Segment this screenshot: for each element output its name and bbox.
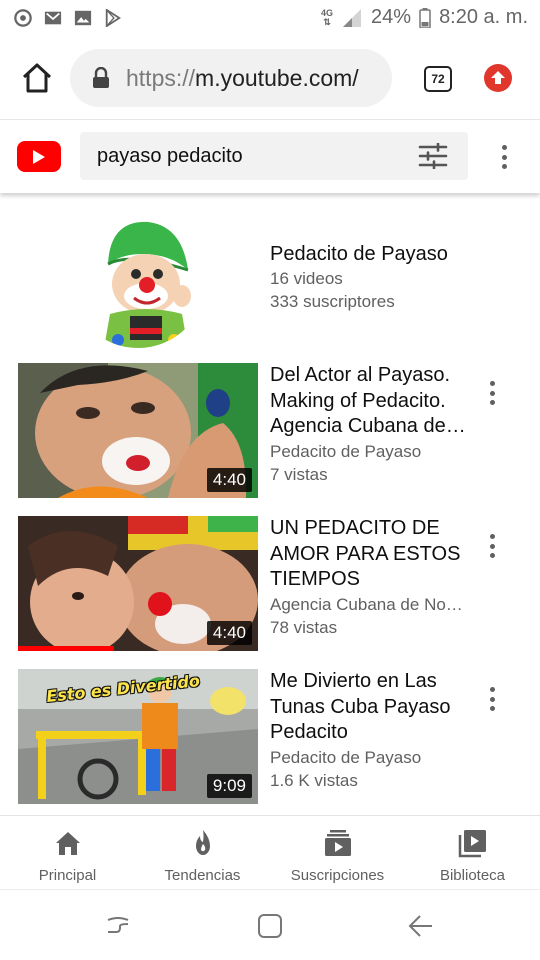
tab-switcher-button[interactable]: 72 — [424, 66, 452, 92]
more-options-icon[interactable] — [496, 143, 512, 171]
youtube-logo[interactable] — [17, 141, 61, 172]
play-store-icon — [105, 9, 121, 27]
network-type: 4G ⇅ — [321, 8, 333, 27]
system-navigation-bar — [0, 889, 540, 960]
video-info: Del Actor al Payaso. Making of Pedacito.… — [270, 363, 466, 486]
video-title[interactable]: Me Divierto en Las Tunas Cuba Payaso Ped… — [270, 669, 466, 746]
data-arrows-icon: ⇅ — [323, 16, 331, 27]
video-info: UN PEDACITO DE AMOR PARA ESTOS TIEMPOS A… — [270, 516, 466, 639]
video-menu-icon[interactable] — [484, 379, 500, 407]
video-menu-icon[interactable] — [484, 532, 500, 560]
watch-progress-bar — [18, 646, 114, 651]
video-channel: Pedacito de Payaso — [270, 441, 422, 461]
channel-name[interactable]: Pedacito de Payaso — [270, 242, 448, 267]
chrome-icon — [14, 9, 32, 27]
nav-item-tendencias[interactable]: Tendencias — [135, 816, 270, 889]
channel-avatar[interactable] — [70, 212, 206, 348]
video-title[interactable]: UN PEDACITO DE AMOR PARA ESTOS TIEMPOS — [270, 516, 466, 593]
video-thumbnail[interactable]: Esto es Divertido 9:09 — [18, 669, 258, 804]
lock-icon — [93, 67, 109, 88]
youtube-header: payaso pedacito — [0, 121, 540, 193]
video-result[interactable]: 4:40 UN PEDACITO DE AMOR PARA ESTOS TIEM… — [0, 516, 540, 652]
flame-icon — [195, 830, 210, 855]
nav-label: Suscripciones — [290, 867, 385, 884]
signal-icon — [343, 8, 362, 27]
video-duration: 4:40 — [206, 621, 252, 645]
battery-icon — [419, 7, 431, 28]
video-channel: Agencia Cubana de Noticias — [270, 594, 466, 614]
url-host: m.youtube.com/ — [195, 64, 359, 91]
back-icon[interactable] — [406, 912, 434, 940]
nav-item-principal[interactable]: Principal — [0, 816, 135, 889]
video-menu-icon[interactable] — [484, 685, 500, 713]
filter-icon[interactable] — [418, 143, 448, 169]
video-duration: 4:40 — [206, 468, 252, 492]
library-icon — [458, 830, 486, 858]
url-scheme: https:// — [126, 64, 196, 91]
search-query: payaso pedacito — [97, 144, 243, 167]
home-icon[interactable] — [20, 61, 54, 95]
video-views: 7 vistas — [270, 464, 328, 484]
video-result[interactable]: Esto es Divertido 9:09 Me Divierto en La… — [0, 669, 540, 805]
play-icon — [33, 149, 45, 164]
tab-count: 72 — [431, 72, 445, 86]
channel-subscriber-count: 333 suscriptores — [270, 292, 395, 311]
gmail-icon — [44, 11, 62, 25]
home-button-icon[interactable] — [256, 912, 284, 940]
system-status: 4G ⇅ 24% 8:20 a. m. — [321, 6, 528, 29]
search-input[interactable]: payaso pedacito — [80, 132, 468, 180]
nav-item-suscripciones[interactable]: Suscripciones — [270, 816, 405, 889]
video-views: 1.6 K vistas — [270, 770, 358, 790]
home-icon — [55, 832, 80, 855]
arrow-up-icon — [491, 71, 505, 84]
clown-illustration — [70, 212, 206, 348]
video-result[interactable]: 4:40 Del Actor al Payaso. Making of Peda… — [0, 363, 540, 499]
update-button[interactable] — [484, 64, 512, 92]
nav-item-biblioteca[interactable]: Biblioteca — [405, 816, 540, 889]
clock: 8:20 a. m. — [439, 6, 528, 28]
video-views: 78 vistas — [270, 617, 338, 637]
video-channel: Pedacito de Payaso — [270, 747, 422, 767]
channel-video-count: 16 videos — [270, 269, 343, 288]
nav-label: Biblioteca — [439, 867, 506, 884]
video-title[interactable]: Del Actor al Payaso. Making of Pedacito.… — [270, 363, 466, 440]
video-info: Me Divierto en Las Tunas Cuba Payaso Ped… — [270, 669, 466, 792]
address-bar[interactable]: https://m.youtube.com/ — [70, 49, 392, 107]
channel-result[interactable]: Pedacito de Payaso 16 videos 333 suscrip… — [0, 206, 540, 350]
video-duration: 9:09 — [206, 774, 252, 798]
video-thumbnail[interactable]: 4:40 — [18, 363, 258, 498]
notification-icons — [14, 9, 122, 27]
nav-label: Principal — [38, 867, 97, 884]
nav-label: Tendencias — [164, 867, 241, 884]
gallery-icon — [74, 10, 92, 26]
battery-percent: 24% — [371, 6, 412, 28]
subscriptions-icon — [324, 830, 351, 856]
video-thumbnail[interactable]: 4:40 — [18, 516, 258, 651]
browser-toolbar: https://m.youtube.com/ 72 — [0, 38, 540, 120]
recent-apps-icon[interactable] — [104, 912, 132, 940]
status-bar: 4G ⇅ 24% 8:20 a. m. — [0, 0, 540, 38]
channel-info: Pedacito de Payaso 16 videos 333 suscrip… — [270, 242, 448, 313]
bottom-navigation: Principal Tendencias Suscripciones Bibli… — [0, 815, 540, 889]
